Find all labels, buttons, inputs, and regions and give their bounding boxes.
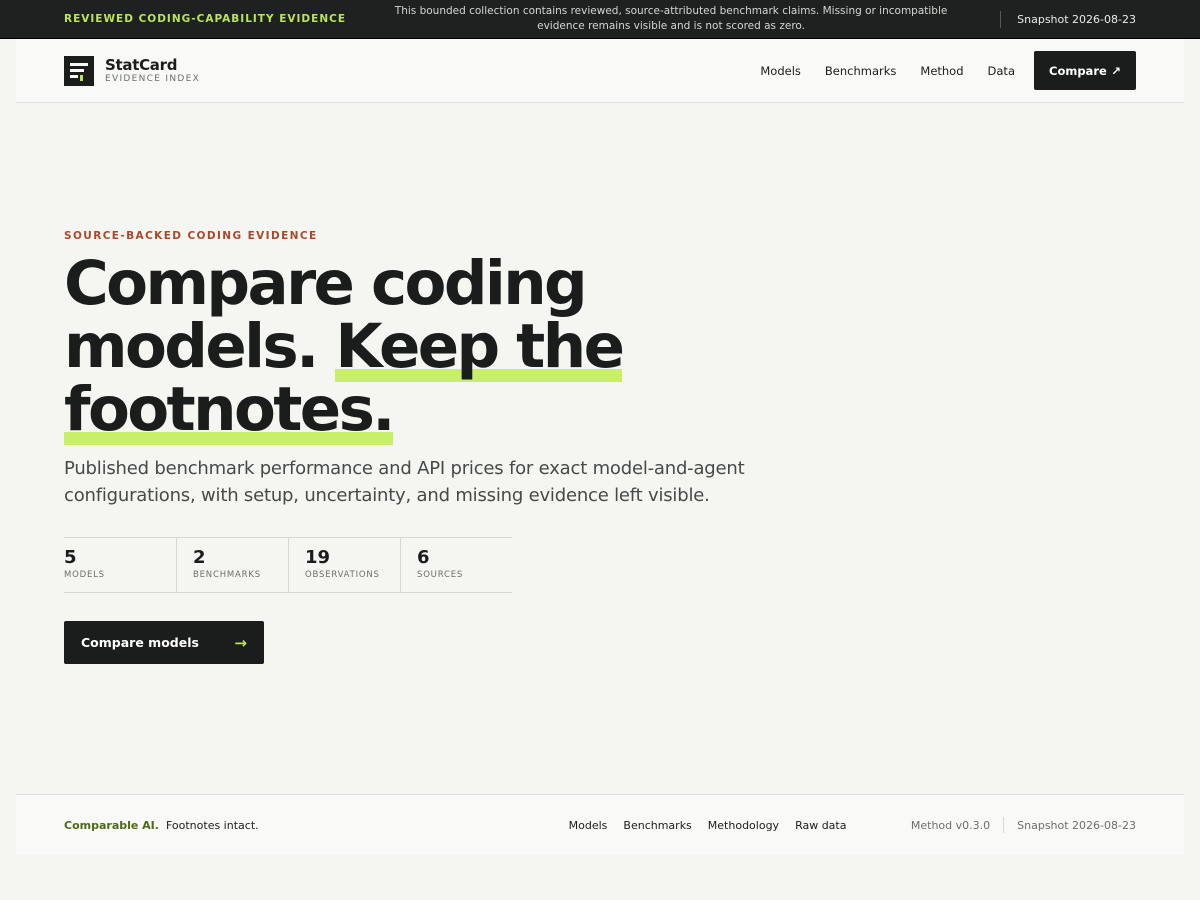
footer-link-models[interactable]: Models xyxy=(569,819,608,832)
nav-data[interactable]: Data xyxy=(988,64,1015,78)
stat-sources: 6 SOURCES xyxy=(400,538,512,592)
footer-link-raw-data[interactable]: Raw data xyxy=(795,819,846,832)
hero-eyebrow: SOURCE-BACKED CODING EVIDENCE xyxy=(64,230,318,242)
brand-link[interactable]: StatCard EVIDENCE INDEX xyxy=(64,55,201,86)
footer-nav: Models Benchmarks Methodology Raw data xyxy=(569,819,863,832)
footer-meta: Method v0.3.0 Snapshot 2026-08-23 xyxy=(911,817,1136,833)
stat-value: 19 xyxy=(305,547,331,568)
compare-button[interactable]: Compare ↗ xyxy=(1034,51,1136,90)
banner-divider xyxy=(1000,10,1002,28)
footer-version: Method v0.3.0 xyxy=(910,818,991,832)
stat-value: 2 xyxy=(193,547,206,568)
stat-observations: 19 OBSERVATIONS xyxy=(288,538,400,592)
hero-section: SOURCE-BACKED CODING EVIDENCE Compare co… xyxy=(0,103,1200,664)
footer-tagline: Footnotes intact. xyxy=(165,818,259,832)
announcement-banner: REVIEWED CODING-CAPABILITY EVIDENCE This… xyxy=(0,0,1200,39)
footer-snapshot: Snapshot 2026-08-23 xyxy=(1017,818,1136,832)
banner-message: This bounded collection contains reviewe… xyxy=(394,5,948,32)
statcard-logo-icon xyxy=(64,55,94,86)
stat-label: OBSERVATIONS xyxy=(305,570,380,580)
site-header: StatCard EVIDENCE INDEX Models Benchmark… xyxy=(16,39,1184,103)
stat-label: SOURCES xyxy=(417,570,464,580)
compare-models-label: Compare models xyxy=(81,635,199,650)
compare-models-button[interactable]: Compare models → xyxy=(64,621,264,664)
footer-divider xyxy=(1003,817,1005,833)
brand-subtitle: EVIDENCE INDEX xyxy=(105,73,201,84)
stat-label: MODELS xyxy=(64,570,105,580)
nav-models[interactable]: Models xyxy=(760,64,801,78)
footer-link-benchmarks[interactable]: Benchmarks xyxy=(623,819,691,832)
external-arrow-icon: ↗ xyxy=(1111,63,1121,78)
banner-tag: REVIEWED CODING-CAPABILITY EVIDENCE xyxy=(64,13,346,25)
stat-label: BENCHMARKS xyxy=(193,570,261,580)
site-footer: Comparable AI. Footnotes intact. Models … xyxy=(16,794,1184,855)
compare-button-label: Compare xyxy=(1049,63,1107,78)
stat-value: 5 xyxy=(64,547,77,568)
stats-row: 5 MODELS 2 BENCHMARKS 19 OBSERVATIONS 6 … xyxy=(64,537,512,593)
nav-benchmarks[interactable]: Benchmarks xyxy=(825,64,897,78)
arrow-right-icon: → xyxy=(234,633,247,652)
hero-description: Published benchmark performance and API … xyxy=(64,458,745,506)
nav-method[interactable]: Method xyxy=(920,64,963,78)
hero-title: Compare coding models. Keep the footnote… xyxy=(64,252,724,445)
stat-models: 5 MODELS xyxy=(64,538,176,592)
stat-value: 6 xyxy=(417,547,430,568)
footer-brand: Comparable AI. xyxy=(64,818,159,832)
footer-link-methodology[interactable]: Methodology xyxy=(708,819,779,832)
brand-name: StatCard xyxy=(105,55,178,74)
stat-benchmarks: 2 BENCHMARKS xyxy=(176,538,288,592)
banner-snapshot: Snapshot 2026-08-23 xyxy=(1017,12,1136,26)
main-nav: Models Benchmarks Method Data Compare ↗ xyxy=(760,51,1136,90)
brand-text: StatCard EVIDENCE INDEX xyxy=(105,55,201,85)
